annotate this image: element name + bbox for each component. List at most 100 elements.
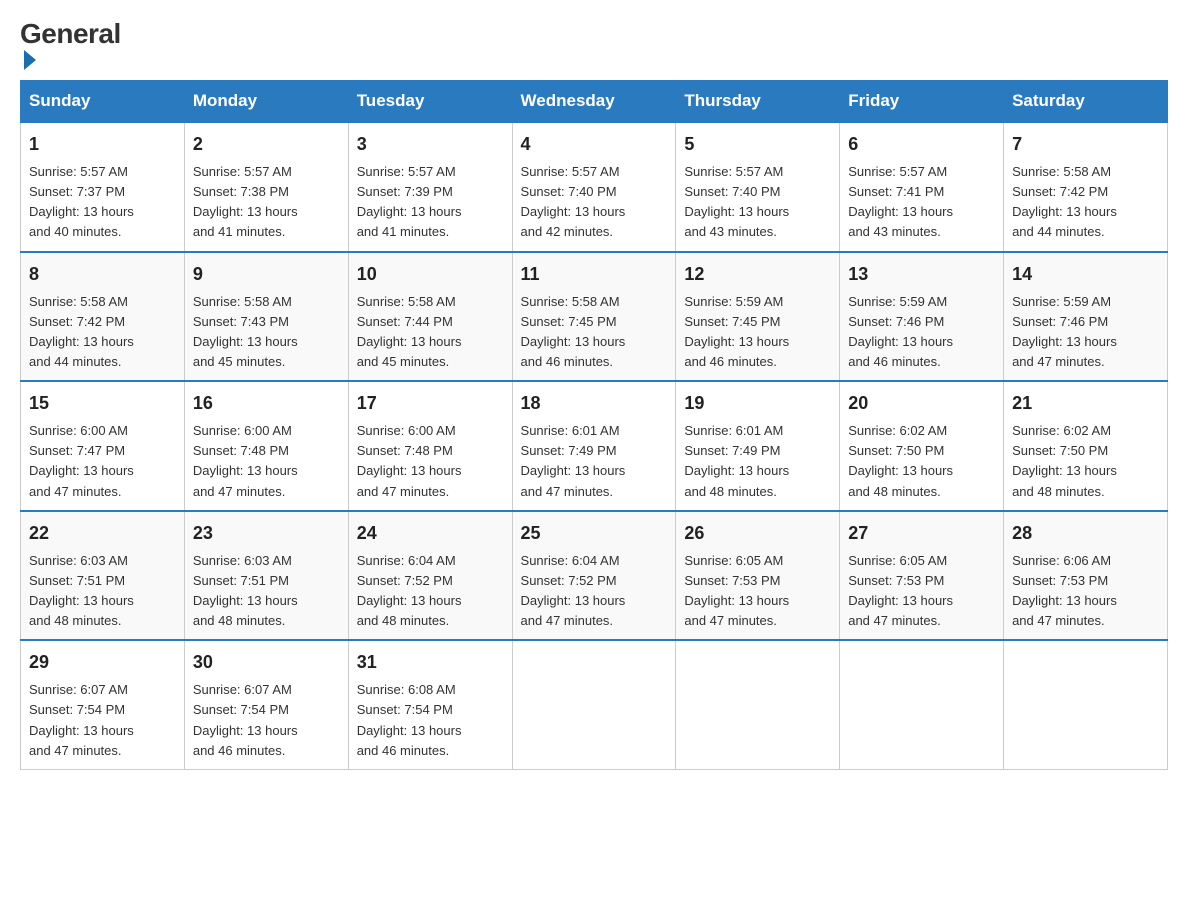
weekday-header-wednesday: Wednesday bbox=[512, 81, 676, 123]
day-number: 23 bbox=[193, 520, 340, 547]
day-number: 24 bbox=[357, 520, 504, 547]
logo-blue-text bbox=[20, 48, 36, 70]
calendar-cell: 8 Sunrise: 5:58 AMSunset: 7:42 PMDaylight… bbox=[21, 252, 185, 382]
day-info: Sunrise: 5:57 AMSunset: 7:37 PMDaylight:… bbox=[29, 162, 176, 243]
calendar-cell: 3Sunrise: 5:57 AMSunset: 7:39 PMDaylight… bbox=[348, 122, 512, 252]
weekday-header-monday: Monday bbox=[184, 81, 348, 123]
weekday-header-sunday: Sunday bbox=[21, 81, 185, 123]
calendar-cell: 14 Sunrise: 5:59 AMSunset: 7:46 PMDayligh… bbox=[1004, 252, 1168, 382]
calendar-cell: 10 Sunrise: 5:58 AMSunset: 7:44 PMDayligh… bbox=[348, 252, 512, 382]
day-info: Sunrise: 5:57 AMSunset: 7:41 PMDaylight:… bbox=[848, 162, 995, 243]
calendar-cell: 17 Sunrise: 6:00 AMSunset: 7:48 PMDayligh… bbox=[348, 381, 512, 511]
calendar-cell: 2 Sunrise: 5:57 AMSunset: 7:38 PMDaylight… bbox=[184, 122, 348, 252]
week-row-1: 1 Sunrise: 5:57 AMSunset: 7:37 PMDaylight… bbox=[21, 122, 1168, 252]
logo-triangle-icon bbox=[24, 50, 36, 70]
day-info: Sunrise: 5:58 AMSunset: 7:42 PMDaylight:… bbox=[1012, 162, 1159, 243]
week-row-4: 22Sunrise: 6:03 AMSunset: 7:51 PMDayligh… bbox=[21, 511, 1168, 641]
day-info: Sunrise: 6:07 AMSunset: 7:54 PMDaylight:… bbox=[193, 680, 340, 761]
calendar-cell: 26 Sunrise: 6:05 AMSunset: 7:53 PMDayligh… bbox=[676, 511, 840, 641]
day-number: 30 bbox=[193, 649, 340, 676]
day-number: 9 bbox=[193, 261, 340, 288]
weekday-header-thursday: Thursday bbox=[676, 81, 840, 123]
logo: General bbox=[20, 20, 121, 70]
day-info: Sunrise: 6:02 AMSunset: 7:50 PMDaylight:… bbox=[1012, 421, 1159, 502]
calendar-cell: 11Sunrise: 5:58 AMSunset: 7:45 PMDayligh… bbox=[512, 252, 676, 382]
weekday-header-friday: Friday bbox=[840, 81, 1004, 123]
day-info: Sunrise: 6:04 AMSunset: 7:52 PMDaylight:… bbox=[357, 551, 504, 632]
calendar-cell: 22Sunrise: 6:03 AMSunset: 7:51 PMDayligh… bbox=[21, 511, 185, 641]
weekday-header-saturday: Saturday bbox=[1004, 81, 1168, 123]
day-number: 17 bbox=[357, 390, 504, 417]
day-number: 27 bbox=[848, 520, 995, 547]
day-number: 7 bbox=[1012, 131, 1159, 158]
calendar-cell: 5Sunrise: 5:57 AMSunset: 7:40 PMDaylight… bbox=[676, 122, 840, 252]
day-number: 18 bbox=[521, 390, 668, 417]
calendar-cell bbox=[512, 640, 676, 769]
day-info: Sunrise: 5:59 AMSunset: 7:46 PMDaylight:… bbox=[848, 292, 995, 373]
calendar-cell: 25 Sunrise: 6:04 AMSunset: 7:52 PMDayligh… bbox=[512, 511, 676, 641]
weekday-header-row: SundayMondayTuesdayWednesdayThursdayFrid… bbox=[21, 81, 1168, 123]
calendar-cell bbox=[676, 640, 840, 769]
page-header: General bbox=[20, 20, 1168, 70]
day-info: Sunrise: 5:59 AMSunset: 7:45 PMDaylight:… bbox=[684, 292, 831, 373]
calendar-cell: 23 Sunrise: 6:03 AMSunset: 7:51 PMDayligh… bbox=[184, 511, 348, 641]
day-info: Sunrise: 6:01 AMSunset: 7:49 PMDaylight:… bbox=[684, 421, 831, 502]
calendar-cell: 4 Sunrise: 5:57 AMSunset: 7:40 PMDaylight… bbox=[512, 122, 676, 252]
calendar-cell: 20 Sunrise: 6:02 AMSunset: 7:50 PMDayligh… bbox=[840, 381, 1004, 511]
week-row-2: 8 Sunrise: 5:58 AMSunset: 7:42 PMDaylight… bbox=[21, 252, 1168, 382]
day-info: Sunrise: 5:57 AMSunset: 7:40 PMDaylight:… bbox=[684, 162, 831, 243]
day-number: 1 bbox=[29, 131, 176, 158]
day-number: 21 bbox=[1012, 390, 1159, 417]
day-info: Sunrise: 5:57 AMSunset: 7:39 PMDaylight:… bbox=[357, 162, 504, 243]
day-info: Sunrise: 6:00 AMSunset: 7:48 PMDaylight:… bbox=[193, 421, 340, 502]
calendar-cell: 16Sunrise: 6:00 AMSunset: 7:48 PMDayligh… bbox=[184, 381, 348, 511]
day-info: Sunrise: 6:04 AMSunset: 7:52 PMDaylight:… bbox=[521, 551, 668, 632]
day-number: 12 bbox=[684, 261, 831, 288]
calendar-cell: 31 Sunrise: 6:08 AMSunset: 7:54 PMDayligh… bbox=[348, 640, 512, 769]
calendar-cell: 6 Sunrise: 5:57 AMSunset: 7:41 PMDaylight… bbox=[840, 122, 1004, 252]
calendar-cell: 29 Sunrise: 6:07 AMSunset: 7:54 PMDayligh… bbox=[21, 640, 185, 769]
day-info: Sunrise: 6:03 AMSunset: 7:51 PMDaylight:… bbox=[193, 551, 340, 632]
day-number: 13 bbox=[848, 261, 995, 288]
day-number: 19 bbox=[684, 390, 831, 417]
calendar-cell: 28Sunrise: 6:06 AMSunset: 7:53 PMDayligh… bbox=[1004, 511, 1168, 641]
day-info: Sunrise: 6:07 AMSunset: 7:54 PMDaylight:… bbox=[29, 680, 176, 761]
day-number: 29 bbox=[29, 649, 176, 676]
logo-general-text: General bbox=[20, 20, 121, 48]
day-number: 25 bbox=[521, 520, 668, 547]
day-info: Sunrise: 5:58 AMSunset: 7:42 PMDaylight:… bbox=[29, 292, 176, 373]
day-info: Sunrise: 5:58 AMSunset: 7:44 PMDaylight:… bbox=[357, 292, 504, 373]
day-number: 31 bbox=[357, 649, 504, 676]
day-info: Sunrise: 5:58 AMSunset: 7:43 PMDaylight:… bbox=[193, 292, 340, 373]
day-info: Sunrise: 6:03 AMSunset: 7:51 PMDaylight:… bbox=[29, 551, 176, 632]
day-info: Sunrise: 6:05 AMSunset: 7:53 PMDaylight:… bbox=[684, 551, 831, 632]
day-info: Sunrise: 6:08 AMSunset: 7:54 PMDaylight:… bbox=[357, 680, 504, 761]
day-info: Sunrise: 6:00 AMSunset: 7:48 PMDaylight:… bbox=[357, 421, 504, 502]
day-number: 8 bbox=[29, 261, 176, 288]
calendar-cell: 30 Sunrise: 6:07 AMSunset: 7:54 PMDayligh… bbox=[184, 640, 348, 769]
day-info: Sunrise: 5:58 AMSunset: 7:45 PMDaylight:… bbox=[521, 292, 668, 373]
calendar-cell: 27Sunrise: 6:05 AMSunset: 7:53 PMDayligh… bbox=[840, 511, 1004, 641]
day-number: 26 bbox=[684, 520, 831, 547]
calendar-cell: 24 Sunrise: 6:04 AMSunset: 7:52 PMDayligh… bbox=[348, 511, 512, 641]
week-row-3: 15 Sunrise: 6:00 AMSunset: 7:47 PMDayligh… bbox=[21, 381, 1168, 511]
day-info: Sunrise: 5:57 AMSunset: 7:40 PMDaylight:… bbox=[521, 162, 668, 243]
weekday-header-tuesday: Tuesday bbox=[348, 81, 512, 123]
day-number: 2 bbox=[193, 131, 340, 158]
day-info: Sunrise: 5:59 AMSunset: 7:46 PMDaylight:… bbox=[1012, 292, 1159, 373]
day-info: Sunrise: 6:00 AMSunset: 7:47 PMDaylight:… bbox=[29, 421, 176, 502]
day-info: Sunrise: 5:57 AMSunset: 7:38 PMDaylight:… bbox=[193, 162, 340, 243]
calendar-cell: 18Sunrise: 6:01 AMSunset: 7:49 PMDayligh… bbox=[512, 381, 676, 511]
day-info: Sunrise: 6:02 AMSunset: 7:50 PMDaylight:… bbox=[848, 421, 995, 502]
calendar-cell: 12 Sunrise: 5:59 AMSunset: 7:45 PMDayligh… bbox=[676, 252, 840, 382]
day-number: 10 bbox=[357, 261, 504, 288]
day-number: 15 bbox=[29, 390, 176, 417]
day-number: 4 bbox=[521, 131, 668, 158]
day-number: 20 bbox=[848, 390, 995, 417]
calendar-table: SundayMondayTuesdayWednesdayThursdayFrid… bbox=[20, 80, 1168, 770]
day-number: 28 bbox=[1012, 520, 1159, 547]
day-number: 14 bbox=[1012, 261, 1159, 288]
day-number: 6 bbox=[848, 131, 995, 158]
calendar-cell bbox=[1004, 640, 1168, 769]
calendar-cell: 15 Sunrise: 6:00 AMSunset: 7:47 PMDayligh… bbox=[21, 381, 185, 511]
